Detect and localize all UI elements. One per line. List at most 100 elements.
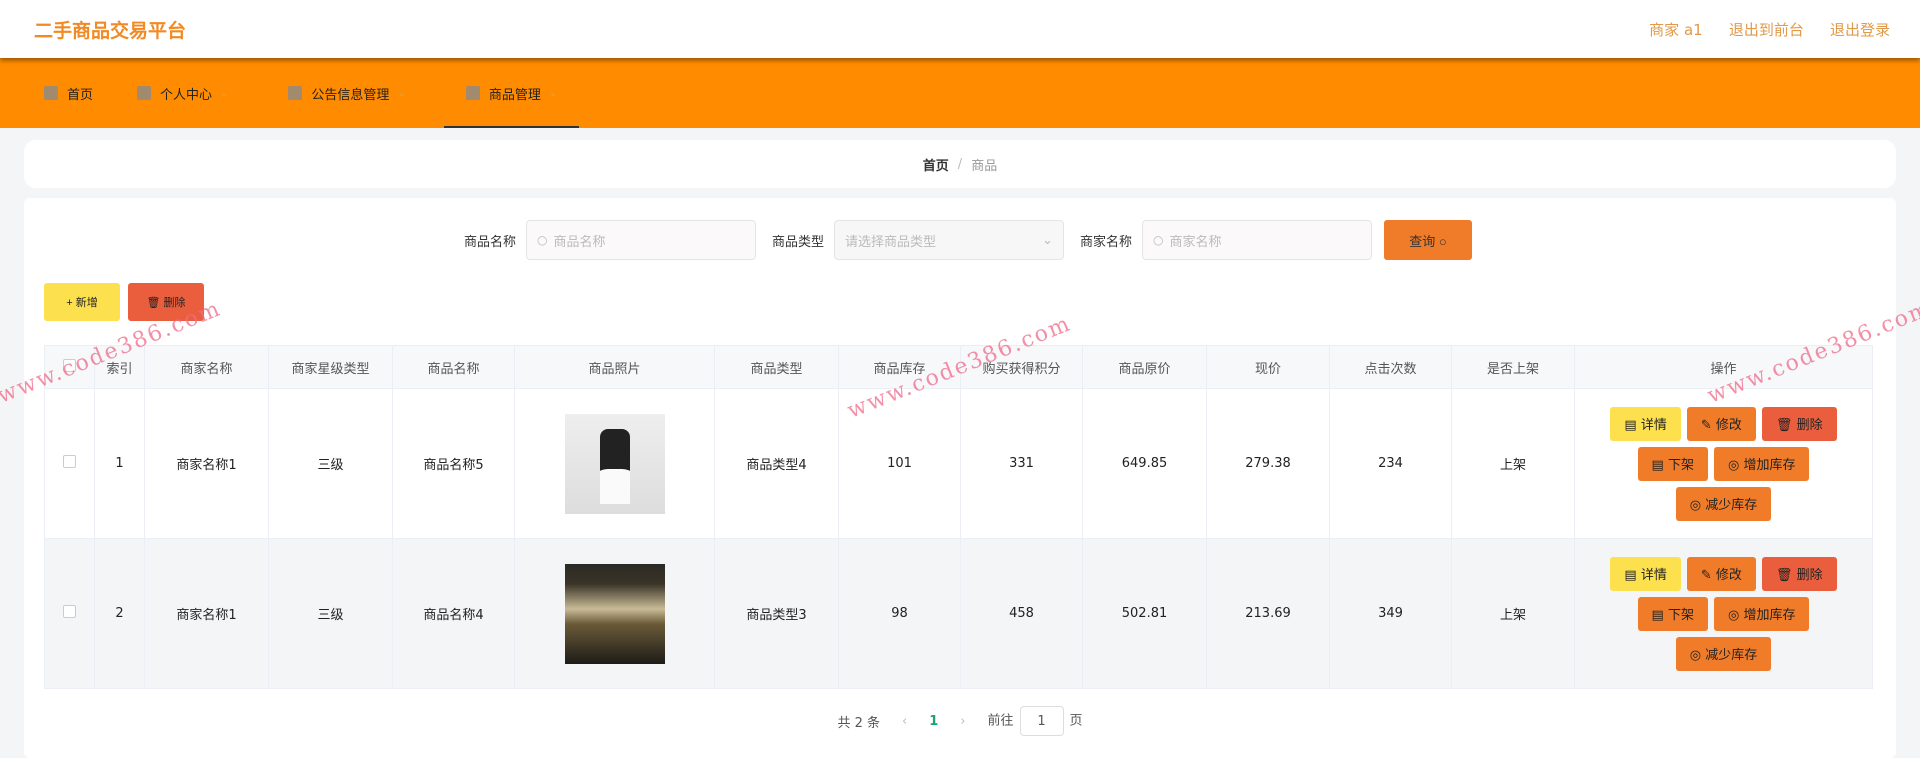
nav-label: 首页 [67, 87, 94, 103]
top-bar: 二手商品交易平台 商家 a1 退出到前台 退出登录 [0, 0, 1920, 58]
breadcrumb-home[interactable]: 首页 [923, 155, 949, 174]
edit-button[interactable]: ✎ 修改 [1686, 406, 1756, 441]
goods-name-label: 商品名称 [463, 234, 516, 250]
column-header: 商品库存 [838, 345, 961, 389]
document-icon: ▤ [1651, 608, 1664, 623]
edit-icon: ✎ [1700, 418, 1712, 433]
main-nav: 首页 个人中心 ⌄ 公告信息管理 ⌄ 商品管理 ⌄ [0, 58, 1920, 128]
placeholder: 请选择商品类型 [845, 234, 937, 250]
delete-button[interactable]: 🗑 删除 [1761, 556, 1837, 591]
cell-level: 三级 [268, 538, 393, 689]
cell-type: 商品类型4 [714, 388, 839, 539]
exit-to-front-link[interactable]: 退出到前台 [1729, 21, 1804, 39]
search-icon: ○ [536, 233, 548, 247]
nav-label: 公告信息管理 [311, 87, 390, 103]
nav-personal-center[interactable]: 个人中心 ⌄ [115, 58, 250, 128]
column-header: 商家名称 [144, 345, 269, 389]
detail-button[interactable]: ▤ 详情 [1610, 556, 1681, 591]
goods-table: 索引 商家名称 商家星级类型 商品名称 商品照片 商品类型 商品库存 购买获得积… [44, 345, 1873, 689]
cell-operations: ▤ 详情 ✎ 修改 🗑 删除 ▤ 下架 ◎ 增加库存 ◎ 减少库存 [1574, 388, 1873, 539]
row-checkbox[interactable] [44, 388, 95, 539]
chevron-down-icon: ⌄ [1042, 232, 1053, 248]
next-page-button[interactable]: › [960, 714, 965, 729]
cell-original-price: 649.85 [1082, 388, 1207, 539]
edit-icon: ✎ [1700, 568, 1712, 583]
location-icon: ◎ [1689, 648, 1702, 663]
cell-stock: 98 [838, 538, 961, 689]
column-header: 现价 [1206, 345, 1330, 389]
column-header: 点击次数 [1329, 345, 1452, 389]
logout-link[interactable]: 退出登录 [1830, 21, 1890, 39]
breadcrumb-current: 商品 [971, 158, 998, 174]
cell-name: 商品名称4 [392, 538, 515, 689]
goto-label: 前往 [987, 713, 1014, 729]
chevron-down-icon: ⌄ [548, 87, 558, 99]
table-row: 2 商家名称1 三级 商品名称4 商品类型3 98 458 502.81 213.69 349 上架… [44, 538, 1873, 689]
document-icon: ▤ [1624, 568, 1637, 583]
nav-notice-management[interactable]: 公告信息管理 ⌄ [266, 58, 427, 128]
add-stock-button[interactable]: ◎ 增加库存 [1713, 446, 1810, 481]
goods-type-label: 商品类型 [771, 234, 824, 250]
document-icon [288, 86, 303, 100]
unlist-button[interactable]: ▤ 下架 [1637, 446, 1708, 481]
cell-points: 331 [960, 388, 1083, 539]
goto-page-input[interactable]: 1 [1019, 706, 1064, 736]
app-title: 二手商品交易平台 [34, 19, 187, 42]
detail-button[interactable]: ▤ 详情 [1610, 406, 1681, 441]
trash-icon: 🗑 [1775, 568, 1793, 583]
column-header: 索引 [94, 345, 145, 389]
nav-home[interactable]: 首页 [22, 58, 115, 128]
goods-panel: 商品名称 ○ 商品名称 商品类型 请选择商品类型 ⌄ 商家名称 ○ 商家名称 查询 ○… [24, 198, 1896, 758]
goods-icon [465, 86, 480, 100]
cell-type: 商品类型3 [714, 538, 839, 689]
reduce-stock-button[interactable]: ◎ 减少库存 [1675, 486, 1772, 521]
add-button[interactable]: + 新增 [44, 283, 120, 321]
cell-name: 商品名称5 [392, 388, 515, 539]
pagination: 共 2 条 ‹ 1 › 前往 1 页 [24, 706, 1896, 736]
delete-button[interactable]: 🗑 删除 [1761, 406, 1837, 441]
user-label: 商家 a1 [1649, 20, 1703, 39]
cell-photo [514, 538, 715, 689]
cell-price: 279.38 [1206, 388, 1330, 539]
row-checkbox[interactable] [44, 538, 95, 689]
query-button[interactable]: 查询 ○ [1384, 220, 1473, 260]
document-icon: ▤ [1651, 458, 1664, 473]
reduce-stock-button[interactable]: ◎ 减少库存 [1675, 636, 1772, 671]
cell-listed: 上架 [1451, 538, 1575, 689]
edit-button[interactable]: ✎ 修改 [1686, 556, 1756, 591]
location-icon: ◎ [1727, 608, 1740, 623]
cell-level: 三级 [268, 388, 393, 539]
cell-merchant: 商家名称1 [144, 388, 269, 539]
goods-name-input[interactable]: ○ 商品名称 [525, 220, 756, 260]
search-icon: ○ [1153, 233, 1164, 247]
document-icon: ▤ [1624, 418, 1637, 433]
user-icon [137, 86, 152, 100]
chevron-down-icon: ⌄ [220, 87, 229, 99]
cell-index: 2 [94, 538, 145, 689]
cell-price: 213.69 [1206, 538, 1330, 689]
batch-delete-button[interactable]: 🗑 删除 [128, 283, 204, 321]
location-icon: ◎ [1727, 458, 1740, 473]
column-header: 操作 [1574, 345, 1873, 389]
goods-photo[interactable] [564, 563, 665, 664]
prev-page-button[interactable]: ‹ [902, 714, 907, 729]
page-number[interactable]: 1 [929, 714, 938, 729]
merchant-name-input[interactable]: ○ 商家名称 [1142, 220, 1373, 260]
placeholder: 商品名称 [553, 234, 606, 250]
column-header: 商家星级类型 [268, 345, 393, 389]
cell-stock: 101 [838, 388, 961, 539]
unlist-button[interactable]: ▤ 下架 [1637, 596, 1708, 631]
table-row: 1 商家名称1 三级 商品名称5 商品类型4 101 331 649.85 279.38 234 上… [44, 388, 1873, 539]
select-all-checkbox[interactable] [44, 345, 95, 389]
search-bar: 商品名称 ○ 商品名称 商品类型 请选择商品类型 ⌄ 商家名称 ○ 商家名称 查询 ○ [24, 220, 1896, 260]
goods-photo[interactable] [564, 413, 665, 514]
column-header: 是否上架 [1451, 345, 1575, 389]
cell-index: 1 [94, 388, 145, 539]
cell-operations: ▤ 详情 ✎ 修改 🗑 删除 ▤ 下架 ◎ 增加库存 ◎ 减少库存 [1574, 538, 1873, 689]
add-stock-button[interactable]: ◎ 增加库存 [1713, 596, 1810, 631]
goods-type-select[interactable]: 请选择商品类型 ⌄ [834, 220, 1064, 260]
nav-goods-management[interactable]: 商品管理 ⌄ [443, 58, 580, 128]
column-header: 商品名称 [392, 345, 515, 389]
column-header: 商品类型 [714, 345, 839, 389]
cell-merchant: 商家名称1 [144, 538, 269, 689]
